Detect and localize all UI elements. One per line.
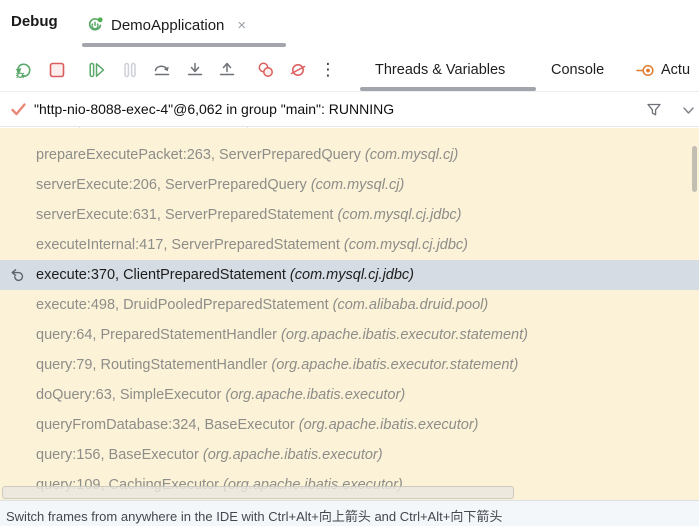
actuator-icon: [636, 61, 655, 80]
debugger-toolbar: ⋮ Threads & Variables Console Actu: [0, 48, 699, 92]
frame-row[interactable]: serverExecute:206, ServerPreparedQuery (…: [0, 170, 699, 200]
more-options-icon[interactable]: ⋮: [318, 60, 338, 80]
thread-status-bar: "http-nio-8088-exec-4"@6,062 in group "m…: [0, 92, 699, 127]
frame-method: serverExecute:631, ServerPreparedStateme…: [36, 207, 333, 223]
mute-breakpoints-icon[interactable]: [288, 60, 308, 80]
frame-method: doQuery:63, SimpleExecutor: [36, 387, 221, 403]
vertical-scrollbar[interactable]: [692, 146, 697, 192]
frame-row-selected[interactable]: execute:370, ClientPreparedStatement (co…: [0, 260, 699, 290]
frame-method: prepareExecutePacket:263, ServerPrepared…: [36, 147, 361, 163]
frame-row[interactable]: queryFromDatabase:324, BaseExecutor (org…: [0, 410, 699, 440]
frame-package: (org.apache.ibatis.executor.statement): [271, 357, 518, 373]
frame-method: execute:370, ClientPreparedStatement: [36, 267, 286, 283]
status-hint-text: Switch frames from anywhere in the IDE w…: [6, 506, 502, 525]
thread-status-text: "http-nio-8088-exec-4"@6,062 in group "m…: [34, 101, 394, 117]
tab-label: Console: [551, 62, 604, 78]
step-over-icon[interactable]: [152, 60, 172, 80]
frame-row[interactable]: query:156, BaseExecutor (org.apache.ibat…: [0, 440, 699, 470]
frame-method: query:156, BaseExecutor: [36, 447, 199, 463]
execution-point-icon: [9, 267, 25, 283]
debug-header: Debug DemoApplication ×: [0, 0, 699, 48]
session-tab-label: DemoApplication: [111, 17, 224, 34]
frame-row[interactable]: prepareExecutePacket:263, ServerPrepared…: [0, 140, 699, 170]
frame-row[interactable]: execute:498, DruidPooledPreparedStatemen…: [0, 290, 699, 320]
frame-package: (org.apache.ibatis.executor.statement): [281, 327, 528, 343]
frame-method: query:79, RoutingStatementHandler: [36, 357, 267, 373]
tab-label: Actu: [661, 62, 690, 78]
step-out-icon[interactable]: [217, 60, 237, 80]
tab-threads-and-variables[interactable]: Threads & Variables: [375, 48, 505, 92]
tab-label: Threads & Variables: [375, 62, 505, 78]
frame-method: queryFromDatabase:324, BaseExecutor: [36, 417, 295, 433]
tab-actuator[interactable]: Actu: [636, 48, 690, 92]
frame-row[interactable]: query:64, PreparedStatementHandler (org.…: [0, 320, 699, 350]
filter-icon[interactable]: [645, 101, 663, 119]
stop-icon[interactable]: [47, 60, 67, 80]
spring-boot-running-icon: [86, 16, 104, 34]
session-tab-demoapplication[interactable]: DemoApplication ×: [80, 8, 252, 42]
step-into-icon[interactable]: [185, 60, 205, 80]
frame-row[interactable]: executeInternal:417, ServerPreparedState…: [0, 230, 699, 260]
frame-package: (org.apache.ibatis.executor): [225, 387, 405, 403]
frame-method: serverExecute:206, ServerPreparedQuery: [36, 177, 307, 193]
frame-package: (com.mysql.cj): [365, 147, 458, 163]
frame-method: query:64, PreparedStatementHandler: [36, 327, 277, 343]
frame-package: (org.apache.ibatis.executor): [299, 417, 479, 433]
frame-package: (com.mysql.cj): [311, 177, 404, 193]
pause-icon[interactable]: [120, 60, 140, 80]
frame-row[interactable]: query:79, RoutingStatementHandler (org.a…: [0, 350, 699, 380]
frame-row[interactable]: serverExecute:631, ServerPreparedStateme…: [0, 200, 699, 230]
view-breakpoints-icon[interactable]: [256, 60, 276, 80]
stack-frames-list: prepareExecutePacket:263, ServerPrepared…: [0, 128, 699, 500]
frame-package: (com.mysql.cj.jdbc): [337, 207, 461, 223]
tool-window-title: Debug: [11, 13, 58, 30]
chevron-down-icon[interactable]: [681, 103, 696, 118]
check-icon: [10, 101, 27, 118]
frame-method: execute:498, DruidPooledPreparedStatemen…: [36, 297, 329, 313]
debug-tool-window: Debug DemoApplication ×: [0, 0, 699, 526]
frame-package: (org.apache.ibatis.executor): [203, 447, 383, 463]
selected-view-tab-indicator: [360, 87, 536, 91]
status-bar: Switch frames from anywhere in the IDE w…: [0, 500, 699, 526]
frame-package: (com.mysql.cj.jdbc): [344, 237, 468, 253]
selected-tab-indicator: [82, 43, 286, 47]
tab-console[interactable]: Console: [551, 48, 604, 92]
resume-icon[interactable]: [87, 60, 107, 80]
horizontal-scrollbar[interactable]: [2, 486, 514, 499]
close-icon[interactable]: ×: [237, 17, 246, 34]
frame-package: (com.mysql.cj.jdbc): [290, 267, 414, 283]
frame-package: (com.alibaba.druid.pool): [333, 297, 489, 313]
frame-row[interactable]: doQuery:63, SimpleExecutor (org.apache.i…: [0, 380, 699, 410]
frame-method: executeInternal:417, ServerPreparedState…: [36, 237, 340, 253]
rerun-debug-icon[interactable]: [13, 60, 33, 80]
